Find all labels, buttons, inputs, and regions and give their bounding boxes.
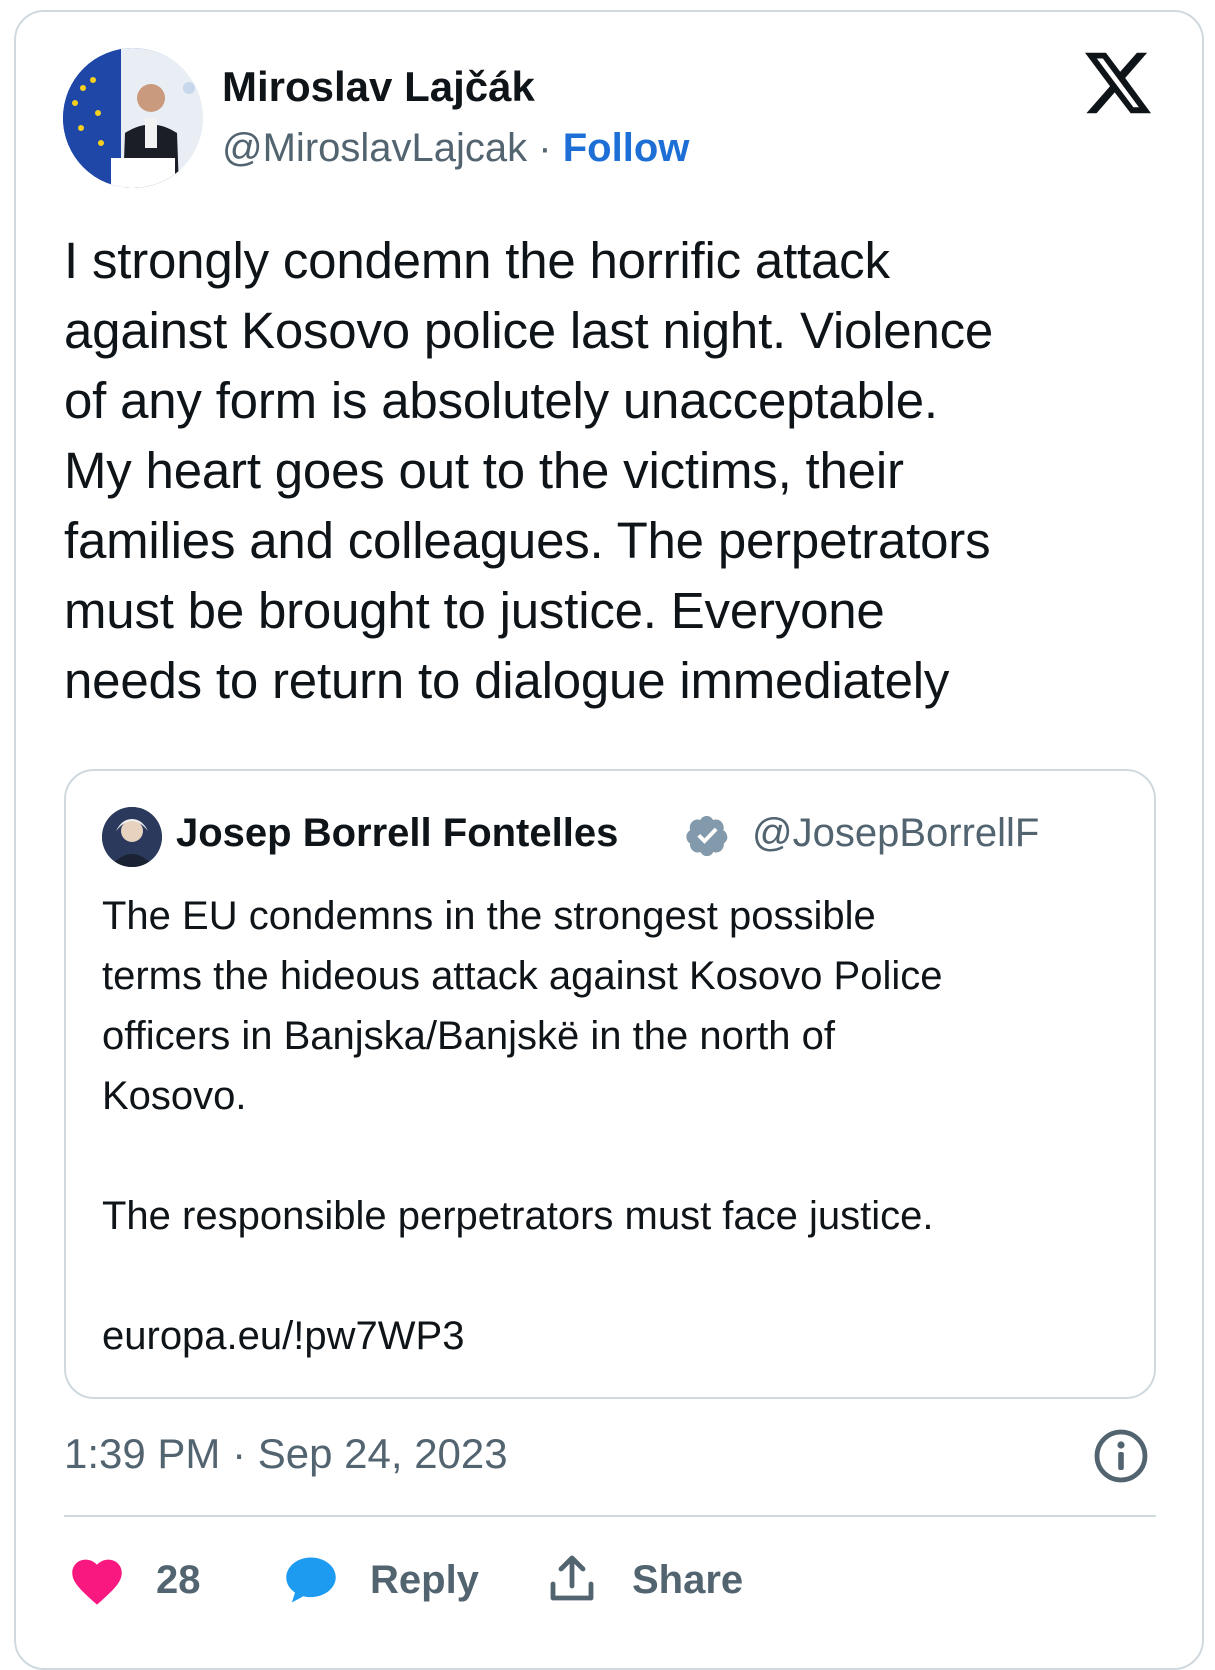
tweet-text: I strongly condemn the horrific attack a… [64,232,994,709]
x-logo-icon[interactable] [1085,52,1151,114]
like-count[interactable]: 28 [156,1558,201,1603]
follow-button[interactable]: Follow [563,126,690,170]
author-avatar[interactable] [63,48,203,188]
share-button[interactable]: Share [632,1558,743,1603]
quoted-tweet-text: The EU condemns in the strongest possibl… [102,894,943,1358]
reply-button[interactable]: Reply [370,1558,479,1603]
author-name[interactable]: Miroslav Lajčák [222,63,535,111]
heart-icon[interactable] [70,1557,124,1605]
info-icon[interactable] [1093,1428,1149,1484]
quoted-author-handle: @JosepBorrellF [752,811,1040,855]
speech-bubble-icon[interactable] [284,1555,338,1605]
quoted-author-name: Josep Borrell Fontelles [176,811,619,855]
divider [64,1515,1156,1517]
author-handle-row: @MiroslavLajcak · Follow [222,126,689,171]
tweet-timestamp[interactable]: 1:39 PM · Sep 24, 2023 [64,1430,508,1478]
share-upload-icon[interactable] [548,1554,596,1604]
verified-badge-icon [686,815,728,857]
action-bar: 28 Reply Share [0,1540,1215,1620]
quoted-author-avatar [102,807,162,867]
separator-dot: · [538,126,552,170]
author-handle[interactable]: @MiroslavLajcak [222,126,527,170]
quoted-tweet[interactable]: Josep Borrell Fontelles @JosepBorrellF T… [64,769,1156,1399]
